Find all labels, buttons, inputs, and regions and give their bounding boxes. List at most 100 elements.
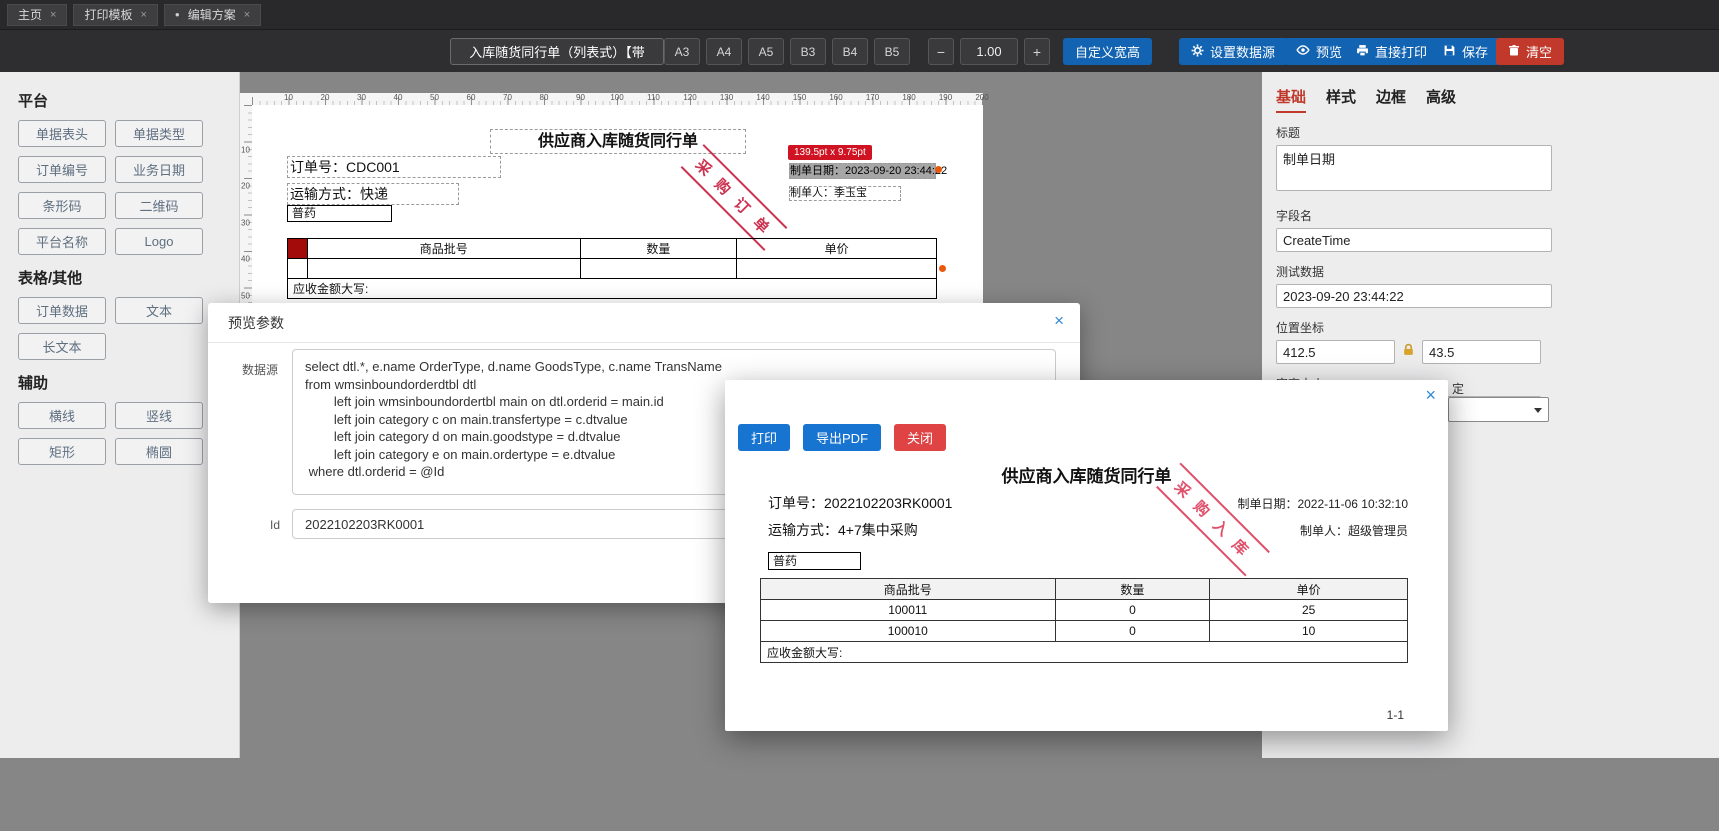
auxiliary-components-grid: 横线 竖线 矩形 椭圆 [18, 402, 214, 465]
col-header-qty: 数量 [579, 238, 738, 259]
props-tab-basic[interactable]: 基础 [1276, 86, 1307, 113]
empty-cell [736, 258, 937, 279]
size-tooltip: 139.5pt x 9.75pt [788, 145, 872, 160]
partially-hidden-field-select[interactable] [1448, 397, 1549, 422]
preview-col-header-qty: 数量 [1054, 578, 1211, 600]
paper-size-a3[interactable]: A3 [664, 38, 700, 65]
component-barcode[interactable]: 条形码 [18, 192, 106, 219]
save-icon [1443, 44, 1456, 60]
props-tab-advanced[interactable]: 高级 [1426, 86, 1456, 113]
close-icon[interactable]: × [1425, 386, 1436, 404]
selection-handle[interactable] [935, 166, 942, 173]
paper-size-a5[interactable]: A5 [748, 38, 784, 65]
selection-handle[interactable] [939, 265, 946, 272]
lock-icon[interactable] [1402, 343, 1415, 362]
empty-cell [287, 258, 308, 279]
sidebar-section-title-auxiliary: 辅助 [18, 375, 49, 392]
empty-cell [306, 258, 581, 279]
ruler-h: 10 20 30 40 50 60 70 80 90 100 110 120 130 140 150 160 1… [252, 93, 989, 105]
paper-size-b4[interactable]: B4 [832, 38, 868, 65]
cell-batch: 100011 [760, 599, 1056, 621]
component-order-no[interactable]: 订单编号 [18, 156, 106, 183]
fieldname-label: 字段名 [1276, 209, 1313, 223]
position-label: 位置坐标 [1276, 321, 1325, 335]
tab-close-icon[interactable]: × [50, 9, 56, 21]
modal-title: 预览参数 [208, 303, 1080, 343]
props-tab-border[interactable]: 边框 [1376, 86, 1406, 113]
zoom-control: − + [928, 38, 1050, 65]
chevron-down-icon [1534, 408, 1542, 413]
component-logo[interactable]: Logo [115, 228, 203, 255]
order-no-field[interactable]: 订单号：CDC001 [287, 156, 501, 178]
save-button[interactable]: 保存 [1431, 38, 1501, 65]
gear-icon [1191, 44, 1204, 60]
component-hline[interactable]: 横线 [18, 402, 106, 429]
transport-field[interactable]: 运输方式：快递 [287, 183, 459, 205]
component-ellipse[interactable]: 椭圆 [115, 438, 203, 465]
component-text[interactable]: 文本 [115, 297, 203, 324]
page-indicator: 1-1 [1386, 708, 1404, 722]
properties-tabs: 基础 样式 边框 高级 [1276, 86, 1719, 113]
component-order-data[interactable]: 订单数据 [18, 297, 106, 324]
paper-size-a4[interactable]: A4 [706, 38, 742, 65]
table-footer-row: 应收金额大写: [287, 278, 937, 299]
set-datasource-button[interactable]: 设置数据源 [1179, 38, 1288, 65]
zoom-level-input[interactable] [960, 38, 1018, 65]
zoom-out-button[interactable]: − [928, 38, 954, 65]
empty-cell [579, 258, 738, 279]
tab-close-icon[interactable]: × [140, 9, 146, 21]
zoom-in-button[interactable]: + [1024, 38, 1050, 65]
preview-info-row-2: 运输方式：4+7集中采购 制单人：超级管理员 [768, 520, 1408, 540]
tab-close-icon[interactable]: × [244, 9, 250, 21]
preview-result-modal: × 打印 导出PDF 关闭 供应商入库随货同行单 订单号：2022102203R… [725, 380, 1448, 731]
component-doc-header[interactable]: 单据表头 [18, 120, 106, 147]
component-platform-name[interactable]: 平台名称 [18, 228, 106, 255]
component-qrcode[interactable]: 二维码 [115, 192, 203, 219]
preview-transport: 运输方式：4+7集中采购 [768, 522, 918, 538]
creator-field[interactable]: 制单人：季玉宝 [789, 186, 901, 201]
clear-button[interactable]: 清空 [1496, 38, 1565, 65]
close-button[interactable]: 关闭 [894, 424, 947, 451]
table-row: 100010 0 10 [760, 620, 1408, 642]
title-textarea[interactable]: 制单日期 [1276, 145, 1552, 191]
paper-size-b5[interactable]: B5 [874, 38, 910, 65]
id-label: Id [270, 518, 281, 532]
cell-price: 10 [1209, 620, 1408, 642]
custom-size-button[interactable]: 自定义宽高 [1063, 38, 1153, 65]
detail-table[interactable]: 商品批号 数量 单价 应收金额大写: [287, 238, 937, 299]
drug-type-box[interactable]: 普药 [287, 205, 392, 222]
props-tab-style[interactable]: 样式 [1326, 86, 1356, 113]
direct-print-button[interactable]: 直接打印 [1344, 38, 1440, 65]
component-vline[interactable]: 竖线 [115, 402, 203, 429]
tab-home[interactable]: 主页 × [7, 3, 68, 26]
tab-print-template[interactable]: 打印模板 × [73, 3, 158, 26]
pos-x-input[interactable] [1276, 340, 1395, 364]
fieldname-input[interactable] [1276, 228, 1552, 252]
preview-detail-table: 商品批号 数量 单价 100011 0 25 100010 0 10 应收金额大… [760, 578, 1408, 663]
close-icon[interactable]: × [1054, 312, 1064, 329]
template-name-button[interactable]: 入库随货同行单（列表式）【带 [450, 38, 664, 65]
testdata-input[interactable] [1276, 284, 1552, 308]
preview-creator: 制单人：超级管理员 [1299, 524, 1408, 538]
pos-y-input[interactable] [1422, 340, 1541, 364]
col-header-batch: 商品批号 [306, 238, 581, 259]
component-rect[interactable]: 矩形 [18, 438, 106, 465]
direct-print-label: 直接打印 [1375, 45, 1428, 60]
table-empty-row [287, 258, 937, 279]
tab-edit-scheme[interactable]: ● 编辑方案 × [163, 3, 262, 26]
custom-size-label: 自定义宽高 [1075, 45, 1141, 60]
amount-label: 应收金额大写: [287, 278, 937, 299]
component-long-text[interactable]: 长文本 [18, 333, 106, 360]
preview-col-header-batch: 商品批号 [760, 578, 1056, 600]
component-business-date[interactable]: 业务日期 [115, 156, 203, 183]
paper-size-b3[interactable]: B3 [790, 38, 826, 65]
component-doc-type[interactable]: 单据类型 [115, 120, 203, 147]
preview-col-header-price: 单价 [1209, 578, 1408, 600]
create-date-field-selected[interactable]: 制单日期：2023-09-20 23:44:22 [789, 163, 947, 179]
purchase-order-stamp[interactable]: 采 购 订 单 [680, 144, 788, 251]
table-header-row: 商品批号 数量 单价 [287, 238, 937, 259]
preview-info-row-1: 订单号：2022102203RK0001 制单日期：2022-11-06 10:… [768, 493, 1408, 513]
print-button[interactable]: 打印 [738, 424, 791, 451]
datasource-label: 数据源 [242, 363, 279, 377]
export-pdf-button[interactable]: 导出PDF [803, 424, 882, 451]
